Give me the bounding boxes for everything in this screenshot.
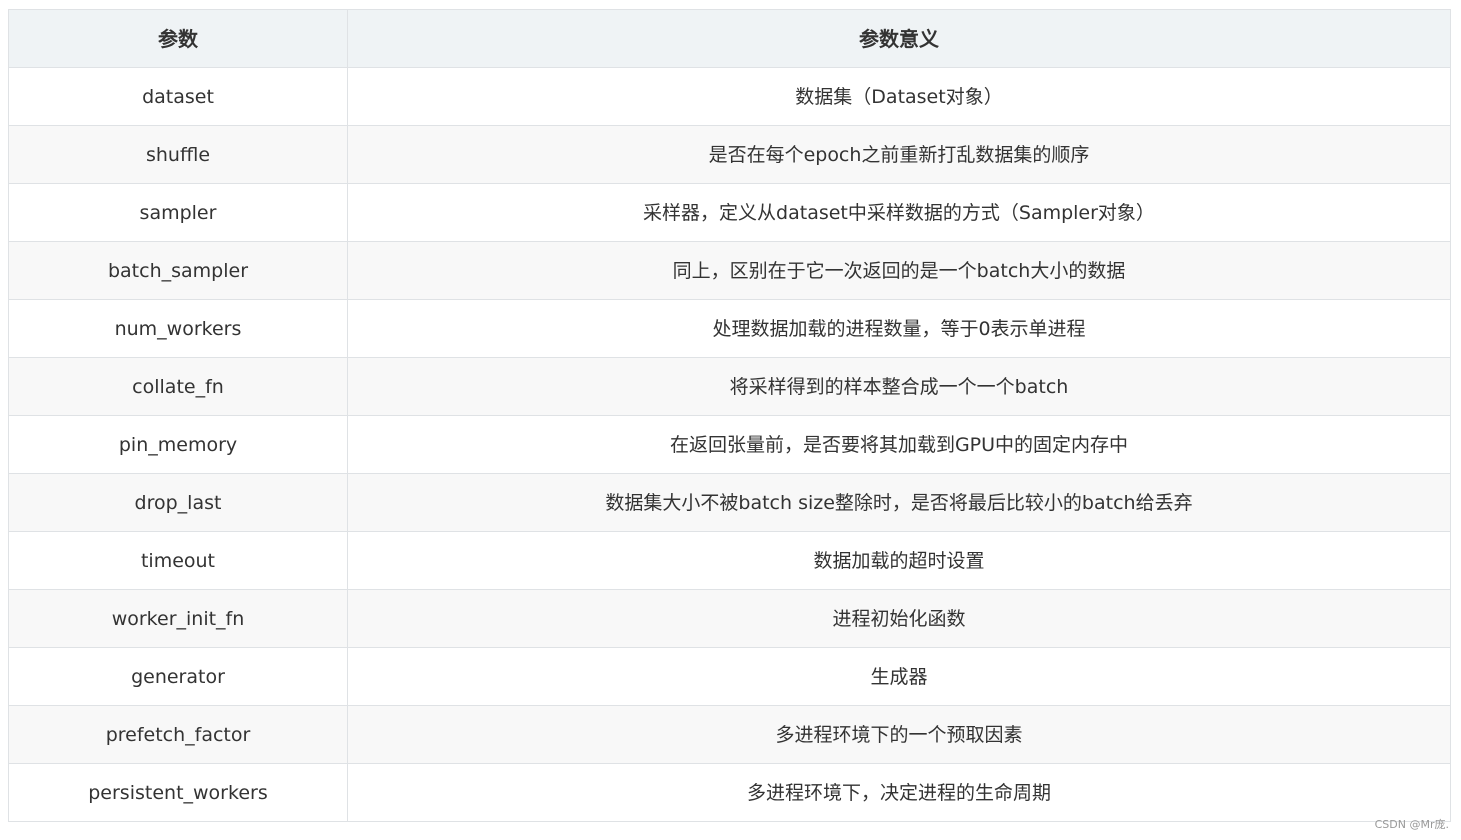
table-row: sampler 采样器，定义从dataset中采样数据的方式（Sampler对象… bbox=[8, 183, 1451, 242]
param-name: batch_sampler bbox=[8, 241, 348, 300]
param-meaning: 生成器 bbox=[347, 647, 1451, 706]
param-name: worker_init_fn bbox=[8, 589, 348, 648]
param-name: prefetch_factor bbox=[8, 705, 348, 764]
param-meaning: 将采样得到的样本整合成一个一个batch bbox=[347, 357, 1451, 416]
param-meaning: 数据加载的超时设置 bbox=[347, 531, 1451, 590]
table-row: prefetch_factor 多进程环境下的一个预取因素 bbox=[8, 705, 1451, 764]
param-name: num_workers bbox=[8, 299, 348, 358]
param-name: dataset bbox=[8, 67, 348, 126]
parameter-table-container: 参数 参数意义 dataset 数据集（Dataset对象） shuffle 是… bbox=[8, 9, 1451, 822]
param-meaning: 数据集大小不被batch size整除时，是否将最后比较小的batch给丢弃 bbox=[347, 473, 1451, 532]
table-row: batch_sampler 同上，区别在于它一次返回的是一个batch大小的数据 bbox=[8, 241, 1451, 300]
param-meaning: 同上，区别在于它一次返回的是一个batch大小的数据 bbox=[347, 241, 1451, 300]
param-name: shuffle bbox=[8, 125, 348, 184]
table-row: pin_memory 在返回张量前，是否要将其加载到GPU中的固定内存中 bbox=[8, 415, 1451, 474]
table-header: 参数 参数意义 bbox=[8, 9, 1451, 68]
param-meaning: 是否在每个epoch之前重新打乱数据集的顺序 bbox=[347, 125, 1451, 184]
param-meaning: 数据集（Dataset对象） bbox=[347, 67, 1451, 126]
param-meaning: 处理数据加载的进程数量，等于0表示单进程 bbox=[347, 299, 1451, 358]
table-row: dataset 数据集（Dataset对象） bbox=[8, 67, 1451, 126]
table-row: num_workers 处理数据加载的进程数量，等于0表示单进程 bbox=[8, 299, 1451, 358]
param-meaning: 在返回张量前，是否要将其加载到GPU中的固定内存中 bbox=[347, 415, 1451, 474]
table-row: generator 生成器 bbox=[8, 647, 1451, 706]
table-row: worker_init_fn 进程初始化函数 bbox=[8, 589, 1451, 648]
table-row: timeout 数据加载的超时设置 bbox=[8, 531, 1451, 590]
param-meaning: 多进程环境下的一个预取因素 bbox=[347, 705, 1451, 764]
param-meaning: 采样器，定义从dataset中采样数据的方式（Sampler对象） bbox=[347, 183, 1451, 242]
param-meaning: 进程初始化函数 bbox=[347, 589, 1451, 648]
table-body: dataset 数据集（Dataset对象） shuffle 是否在每个epoc… bbox=[8, 67, 1451, 822]
header-row: 参数 参数意义 bbox=[8, 9, 1451, 68]
param-name: pin_memory bbox=[8, 415, 348, 474]
table-row: drop_last 数据集大小不被batch size整除时，是否将最后比较小的… bbox=[8, 473, 1451, 532]
param-meaning: 多进程环境下，决定进程的生命周期 bbox=[347, 763, 1451, 822]
param-name: sampler bbox=[8, 183, 348, 242]
table-row: collate_fn 将采样得到的样本整合成一个一个batch bbox=[8, 357, 1451, 416]
table-row: shuffle 是否在每个epoch之前重新打乱数据集的顺序 bbox=[8, 125, 1451, 184]
param-name: timeout bbox=[8, 531, 348, 590]
watermark: CSDN @Mr庞. bbox=[1374, 818, 1449, 831]
header-parameter: 参数 bbox=[8, 9, 348, 68]
param-name: collate_fn bbox=[8, 357, 348, 416]
table-row: persistent_workers 多进程环境下，决定进程的生命周期 bbox=[8, 763, 1451, 822]
param-name: generator bbox=[8, 647, 348, 706]
parameter-table: 参数 参数意义 dataset 数据集（Dataset对象） shuffle 是… bbox=[8, 9, 1451, 822]
header-meaning: 参数意义 bbox=[347, 9, 1451, 68]
param-name: persistent_workers bbox=[8, 763, 348, 822]
param-name: drop_last bbox=[8, 473, 348, 532]
